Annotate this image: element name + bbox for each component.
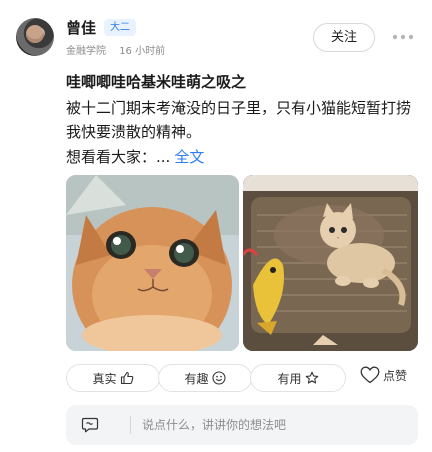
real-button[interactable]: 真实 — [66, 364, 160, 392]
post-photo-1[interactable] — [66, 175, 239, 351]
fun-label: 有趣 — [184, 371, 209, 386]
useful-label: 有用 — [277, 371, 302, 386]
post-photo-2[interactable] — [243, 175, 418, 351]
author-meta: 金融学院 16 小时前 — [66, 42, 165, 57]
star-icon — [305, 371, 318, 384]
post-title[interactable]: 哇唧唧哇哈基米哇萌之吸之 — [66, 71, 246, 92]
like-button[interactable]: 点赞 — [360, 366, 407, 384]
comment-divider — [130, 416, 131, 434]
real-label: 真实 — [92, 371, 117, 386]
author-name[interactable]: 曾佳 — [66, 17, 96, 38]
post-body[interactable]: 被十二门期末考淹没的日子里，只有小猫能短暂打捞我快要溃散的精神。 — [66, 96, 418, 144]
kitten-on-scratcher-photo — [243, 175, 418, 351]
expand-full-link[interactable]: 全文 — [174, 148, 204, 166]
post-excerpt: 想看看大家：... — [66, 148, 171, 166]
reaction-chips: 真实 有趣 有用 — [66, 364, 346, 392]
comment-bubble-icon — [81, 417, 99, 433]
post-time: 16 小时前 — [119, 46, 166, 57]
avatar[interactable] — [16, 18, 54, 56]
fun-button[interactable]: 有趣 — [158, 364, 252, 392]
orange-kitten-photo — [66, 175, 239, 351]
author-school: 金融学院 — [66, 46, 106, 57]
post-more-line: 想看看大家：... 全文 — [66, 145, 204, 169]
useful-button[interactable]: 有用 — [250, 364, 346, 392]
follow-button[interactable]: 关注 — [313, 23, 375, 52]
comment-bar[interactable]: 说点什么，讲讲你的想法吧 — [66, 405, 418, 445]
like-label: 点赞 — [383, 368, 408, 383]
heart-icon — [360, 366, 380, 384]
grade-badge: 大二 — [104, 19, 136, 36]
smiley-icon — [211, 371, 226, 385]
more-dots-icon[interactable] — [393, 35, 413, 41]
thumbs-up-icon — [120, 371, 133, 385]
comment-input[interactable]: 说点什么，讲讲你的想法吧 — [142, 405, 286, 445]
